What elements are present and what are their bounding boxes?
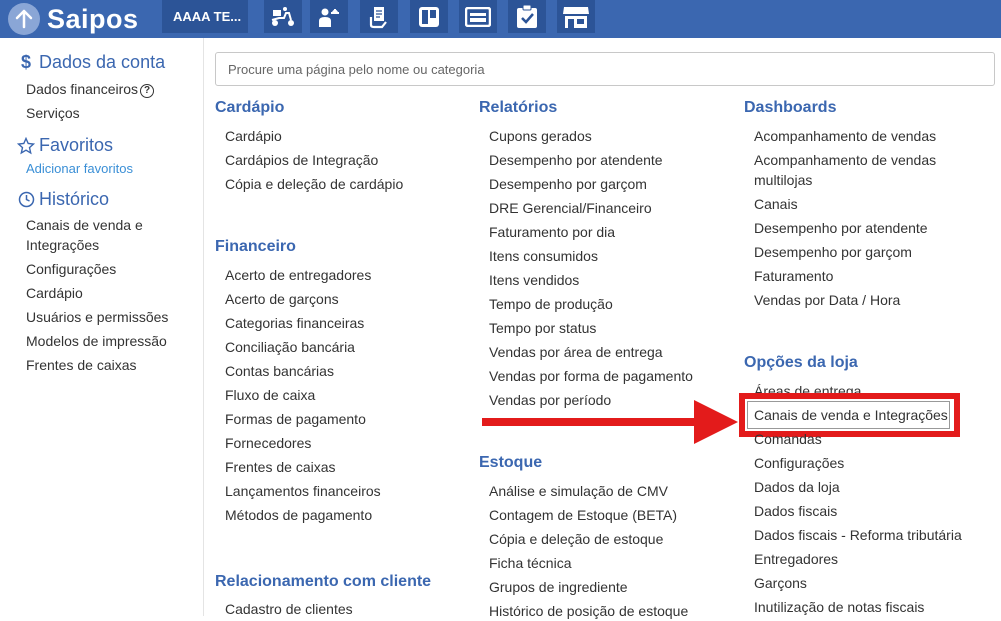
sidebar-item-servicos[interactable]: Serviços — [26, 103, 80, 123]
menu-link[interactable]: Desempenho por atendente — [489, 150, 663, 170]
menu-link[interactable]: Acerto de garçons — [225, 289, 339, 309]
menu-link[interactable]: Faturamento por dia — [489, 222, 615, 242]
history-item[interactable]: Usuários e permissões — [26, 307, 168, 327]
menu-link[interactable]: Cópia e deleção de cardápio — [225, 174, 403, 194]
waiter-icon[interactable] — [310, 0, 348, 33]
menu-link[interactable]: DRE Gerencial/Financeiro — [489, 198, 652, 218]
top-bar: Saipos AAAA TE... — [0, 0, 1001, 38]
menu-link[interactable]: Lançamentos financeiros — [225, 481, 381, 501]
favorites-section-title[interactable]: Favoritos — [17, 135, 113, 156]
menu-link[interactable]: Acompanhamento de vendas — [754, 126, 936, 146]
menu-link[interactable]: Desempenho por atendente — [754, 218, 928, 238]
receipt-hand-icon[interactable] — [360, 0, 398, 33]
menu-link[interactable]: Dados fiscais - Reforma tributária — [754, 525, 962, 545]
menu-link[interactable]: Grupos de ingrediente — [489, 577, 628, 597]
menu-link[interactable]: Acompanhamento de vendas multilojas — [754, 150, 954, 190]
history-item[interactable]: Configurações — [26, 259, 116, 279]
menu-link[interactable]: Vendas por forma de pagamento — [489, 366, 693, 386]
help-icon[interactable]: ? — [140, 84, 155, 98]
menu-link[interactable]: Dados da loja — [754, 477, 840, 497]
star-outline-icon — [17, 136, 35, 155]
menu-link[interactable]: Formas de pagamento — [225, 409, 366, 429]
history-item[interactable]: Canais de venda e Integrações — [26, 215, 176, 255]
menu-link[interactable]: Histórico de posição de estoque — [489, 601, 688, 621]
menu-link[interactable]: Cópia e deleção de estoque — [489, 529, 663, 549]
menu-link[interactable]: Fluxo de caixa — [225, 385, 315, 405]
menu-link[interactable]: Itens vendidos — [489, 270, 579, 290]
menu-link[interactable]: Desempenho por garçom — [754, 242, 912, 262]
category-title-relatorios: Relatórios — [479, 99, 558, 116]
checklist-icon[interactable] — [508, 0, 546, 33]
menu-link[interactable]: Acerto de entregadores — [225, 265, 371, 285]
category-title-opcoes-da-loja: Opções da loja — [744, 354, 858, 371]
delivery-scooter-icon[interactable] — [264, 0, 302, 33]
menu-link[interactable]: Cardápios de Integração — [225, 150, 378, 170]
add-favorites-link[interactable]: Adicionar favoritos — [26, 161, 133, 176]
display-icon[interactable] — [459, 0, 497, 33]
menu-link[interactable]: Desempenho por garçom — [489, 174, 647, 194]
menu-link[interactable]: Análise e simulação de CMV — [489, 481, 668, 501]
menu-link[interactable]: Contagem de Estoque (BETA) — [489, 505, 677, 525]
category-title-cardapio: Cardápio — [215, 99, 285, 116]
menu-link[interactable]: Itens consumidos — [489, 246, 598, 266]
history-item[interactable]: Frentes de caixas — [26, 355, 137, 375]
menu-link[interactable]: Vendas por área de entrega — [489, 342, 663, 362]
kanban-board-icon[interactable] — [410, 0, 448, 33]
history-section-title[interactable]: Histórico — [17, 189, 109, 210]
red-arrow-icon — [482, 400, 738, 444]
menu-link[interactable]: Faturamento — [754, 266, 833, 286]
sidebar-item-dados-financeiros[interactable]: Dados financeiros? — [26, 79, 155, 99]
menu-link[interactable]: Garçons — [754, 573, 807, 593]
menu-link[interactable]: Frentes de caixas — [225, 457, 336, 477]
menu-link[interactable]: Cardápio — [225, 126, 282, 146]
category-title-dashboards: Dashboards — [744, 99, 837, 116]
menu-link[interactable]: Cupons gerados — [489, 126, 592, 146]
store-selector[interactable]: AAAA TE... — [162, 0, 248, 33]
history-item[interactable]: Cardápio — [26, 283, 83, 303]
menu-link[interactable]: Configurações — [754, 453, 844, 473]
account-section-title[interactable]: $ Dados da conta — [17, 52, 165, 73]
menu-link[interactable]: Canais — [754, 194, 798, 214]
category-title-estoque: Estoque — [479, 454, 543, 471]
clock-icon — [17, 191, 35, 208]
menu-link[interactable]: Métodos de pagamento — [225, 505, 372, 525]
menu-link[interactable]: Cadastro de clientes — [225, 599, 353, 619]
menu-link[interactable]: Inutilização de notas fiscais — [754, 597, 924, 617]
dollar-icon: $ — [20, 52, 31, 72]
menu-link[interactable]: Entregadores — [754, 549, 838, 569]
logo[interactable]: Saipos — [8, 2, 139, 36]
menu-link[interactable]: Tempo por status — [489, 318, 596, 338]
menu-link[interactable]: Tempo de produção — [489, 294, 613, 314]
menu-link[interactable]: Vendas por Data / Hora — [754, 290, 900, 310]
history-item[interactable]: Modelos de impressão — [26, 331, 167, 351]
storefront-icon[interactable] — [557, 0, 595, 33]
menu-link[interactable]: Categorias financeiras — [225, 313, 364, 333]
menu-link[interactable]: Comandas — [754, 429, 822, 449]
menu-link[interactable]: Conciliação bancária — [225, 337, 355, 357]
category-title-relacionamento: Relacionamento com cliente — [215, 573, 432, 590]
logo-text: Saipos — [47, 3, 139, 34]
sidebar: $ Dados da conta Dados financeiros? Serv… — [0, 38, 204, 616]
menu-link[interactable]: Fornecedores — [225, 433, 311, 453]
category-title-financeiro: Financeiro — [215, 238, 296, 255]
search-input[interactable] — [215, 52, 995, 86]
arrow-up-icon — [8, 3, 40, 35]
menu-link[interactable]: Ficha técnica — [489, 553, 571, 573]
menu-link[interactable]: Dados fiscais — [754, 501, 837, 521]
menu-link[interactable]: Contas bancárias — [225, 361, 334, 381]
